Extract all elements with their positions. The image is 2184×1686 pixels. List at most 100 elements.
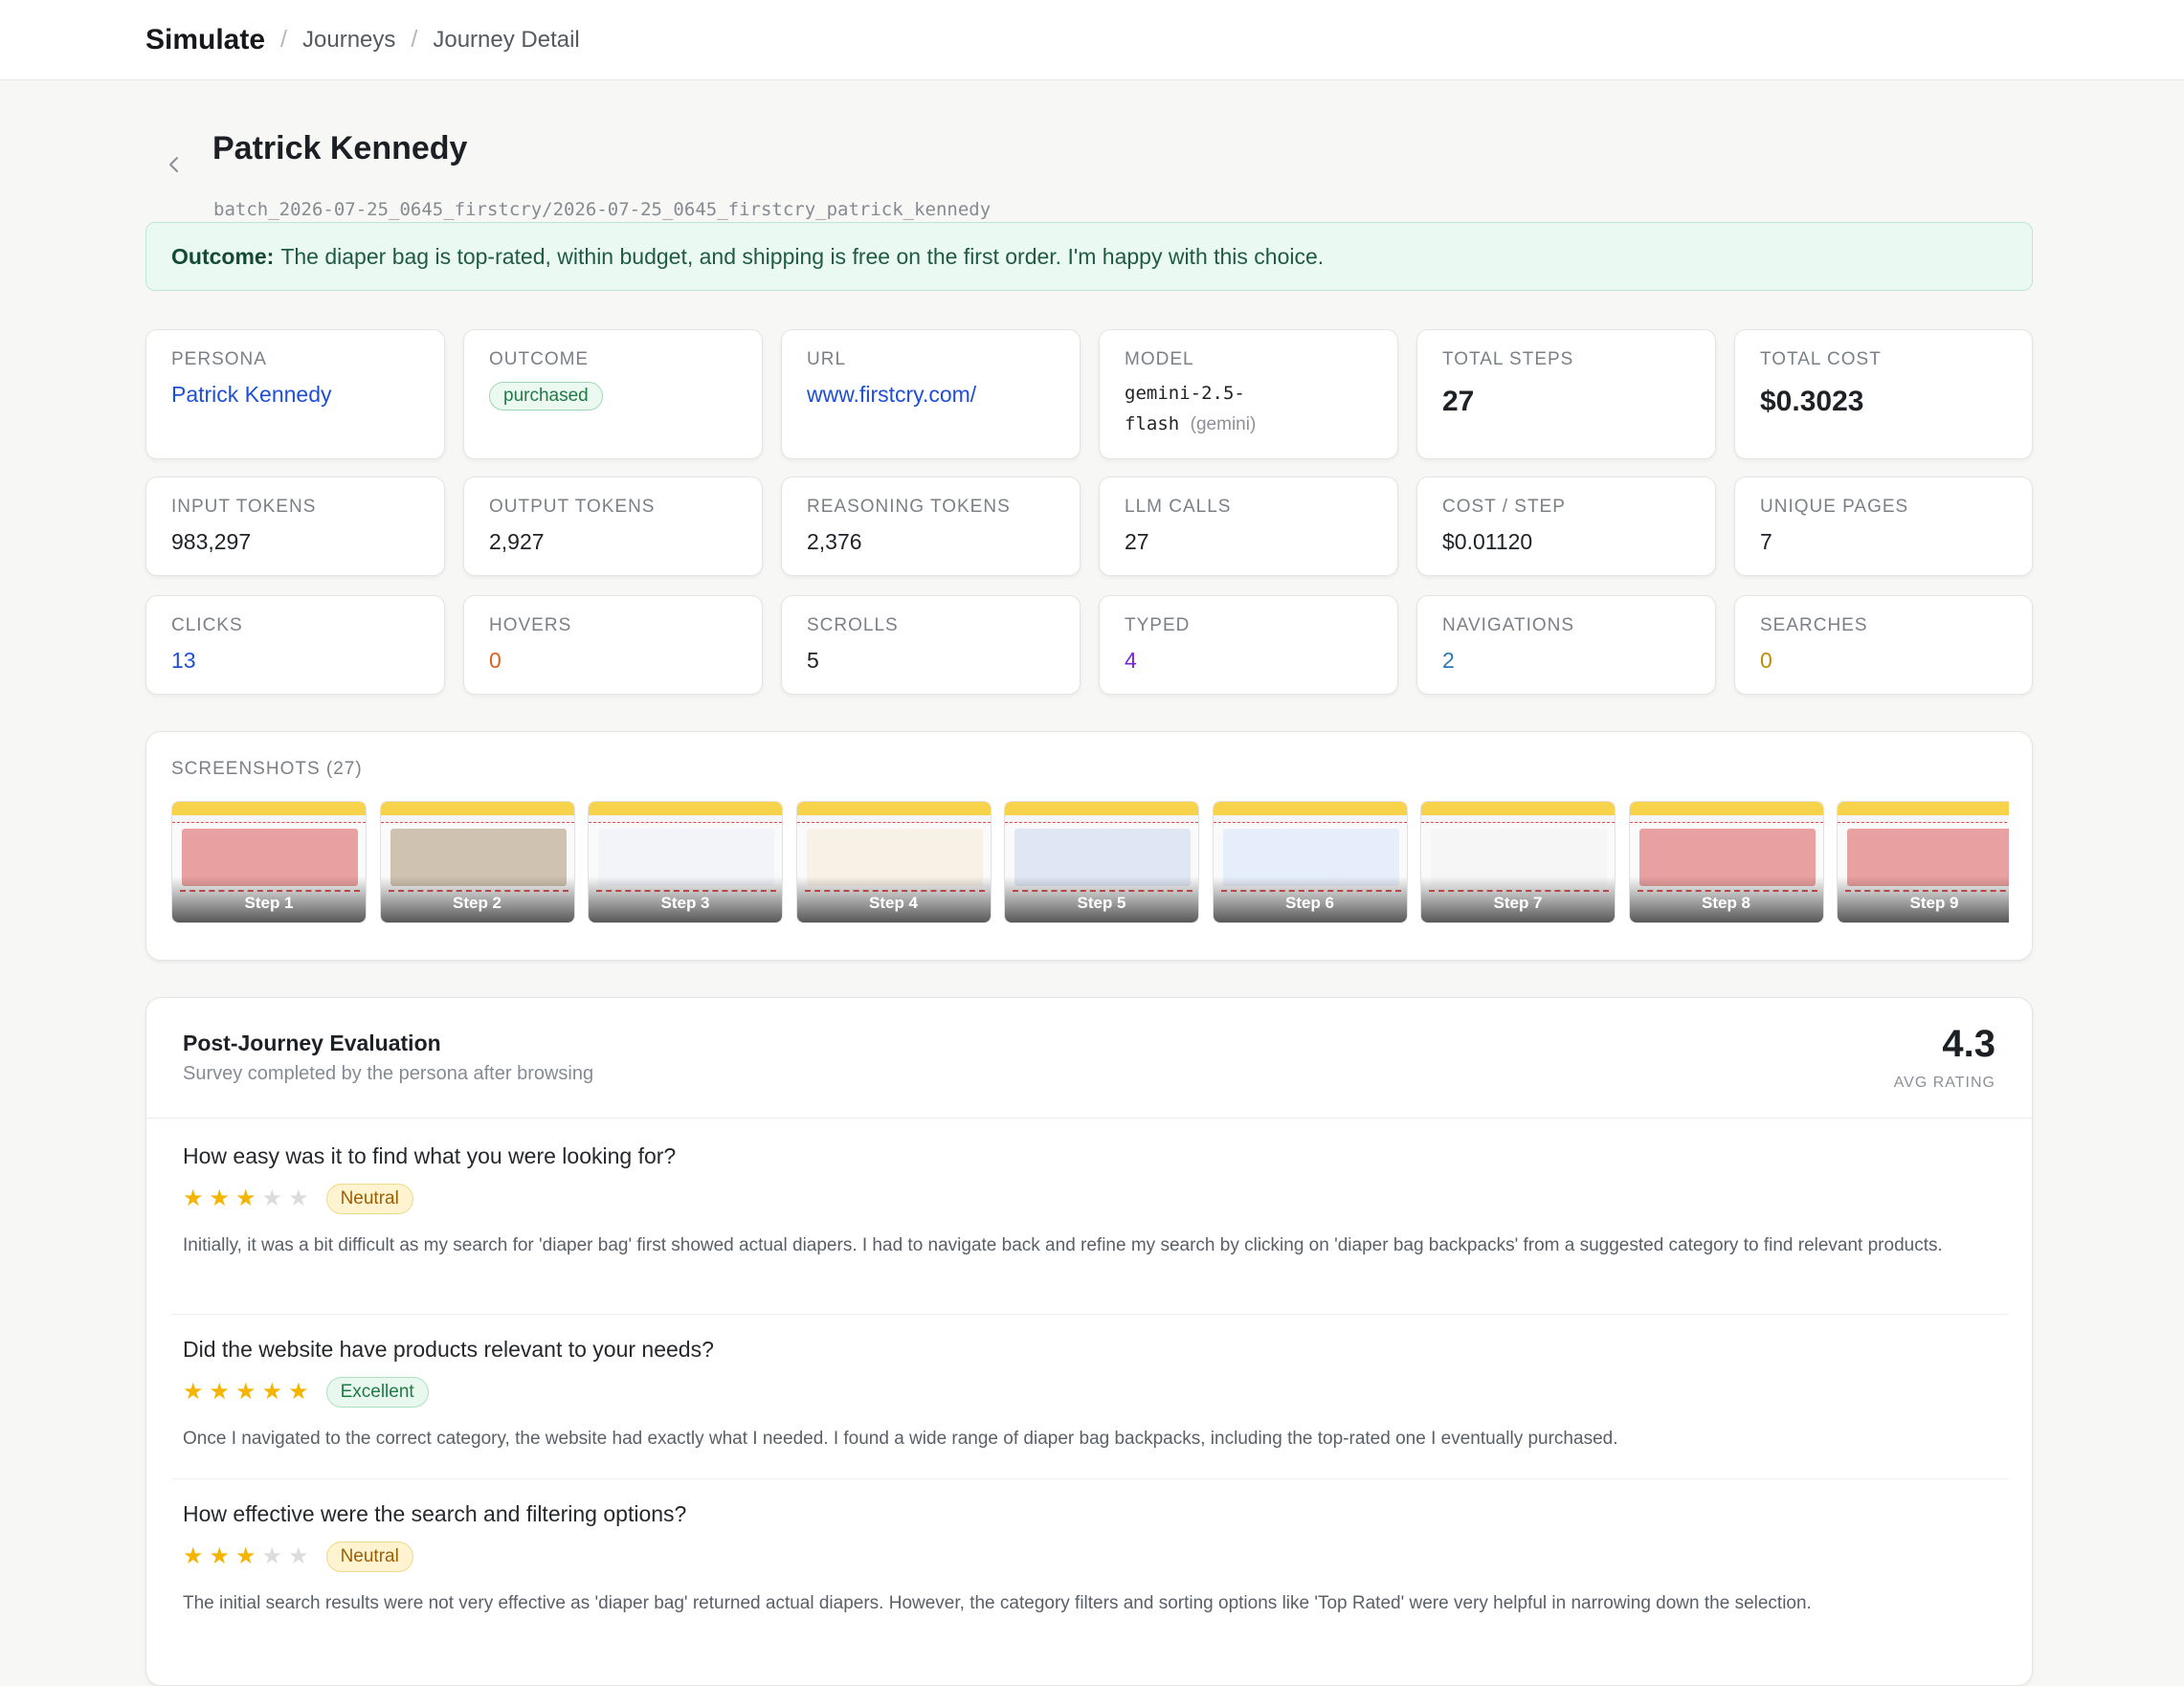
stat-value: 13 — [171, 648, 196, 673]
stat-value: $0.01120 — [1442, 529, 1533, 554]
back-button[interactable] — [157, 147, 191, 182]
stat-label: TOTAL STEPS — [1442, 349, 1574, 369]
thumbnail-nav-bar — [380, 815, 574, 823]
thumbnail-nav-bar — [172, 815, 366, 823]
screenshots-strip[interactable]: Step 1 Step 2 Step 3 Step 4 Step 5 Step 6 Step… — [171, 801, 2009, 925]
star-icon: ★ — [183, 1379, 204, 1405]
screenshot-thumbnail[interactable]: Step 7 — [1420, 801, 1616, 923]
breadcrumb-journeys[interactable]: Journeys — [302, 27, 395, 54]
thumbnail-header-bar — [380, 802, 574, 815]
stat-value: $0.3023 — [1760, 386, 1864, 417]
stat-label: NAVIGATIONS — [1442, 615, 1575, 635]
brand-logo[interactable]: Simulate — [145, 24, 265, 56]
avg-rating-value: 4.3 — [1942, 1023, 1995, 1065]
screenshot-thumbnail[interactable]: Step 2 — [379, 801, 575, 923]
stat-card-typed: TYPED 4 — [1099, 595, 1398, 695]
thumbnail-header-bar — [1213, 802, 1407, 815]
question-text: How effective were the search and filter… — [183, 1501, 687, 1526]
star-icon: ★ — [235, 1543, 256, 1569]
star-icon: ★ — [235, 1379, 256, 1405]
star-icon: ★ — [288, 1543, 309, 1569]
stat-value: 2,376 — [807, 529, 862, 554]
journey-path: batch_2026-07-25_0645_firstcry/2026-07-2… — [213, 199, 992, 220]
stat-card-persona: PERSONA Patrick Kennedy — [145, 329, 445, 459]
screenshot-thumbnail[interactable]: Step 3 — [588, 801, 783, 923]
stat-value: 4 — [1125, 648, 1137, 673]
stat-label: MODEL — [1125, 349, 1194, 369]
stat-label: CLICKS — [171, 615, 243, 635]
thumbnail-step-label: Step 2 — [452, 894, 502, 912]
stat-label: COST / STEP — [1442, 497, 1566, 517]
stat-label: SCROLLS — [807, 615, 899, 635]
thumbnail-header-bar — [1421, 802, 1615, 815]
stat-value: 2,927 — [489, 529, 545, 554]
stat-label: INPUT TOKENS — [171, 497, 317, 517]
stat-label: REASONING TOKENS — [807, 497, 1011, 517]
thumbnail-header-bar — [1838, 802, 2009, 815]
stat-label: URL — [807, 349, 847, 369]
thumbnail-header-bar — [172, 802, 366, 815]
screenshot-thumbnail[interactable]: Step 8 — [1628, 801, 1824, 923]
stat-label: TOTAL COST — [1760, 349, 1882, 369]
stat-label: UNIQUE PAGES — [1760, 497, 1909, 517]
top-nav: Simulate / Journeys / Journey Detail — [0, 0, 2184, 80]
model-provider: (gemini) — [1190, 414, 1257, 434]
question-divider — [171, 1314, 2009, 1315]
stat-label: TYPED — [1125, 615, 1191, 635]
screenshot-thumbnail[interactable]: Step 5 — [1004, 801, 1199, 923]
answer-text: The initial search results were not very… — [183, 1593, 1812, 1613]
thumbnail-step-label: Step 3 — [660, 894, 710, 912]
thumbnail-nav-bar — [1629, 815, 1823, 823]
stat-card-searches: SEARCHES 0 — [1734, 595, 2033, 695]
thumbnail-step-label: Step 6 — [1284, 894, 1335, 912]
stat-label: PERSONA — [171, 349, 267, 369]
stat-value: 27 — [1442, 386, 1475, 417]
star-icon: ★ — [209, 1379, 231, 1405]
screenshot-thumbnail[interactable]: Step 9 — [1837, 801, 2009, 923]
star-rating: ★ ★ ★ ★ ★ Neutral — [183, 1541, 1997, 1573]
screenshot-thumbnail[interactable]: Step 4 — [795, 801, 992, 923]
stat-card-total-cost: TOTAL COST $0.3023 — [1734, 329, 2033, 459]
journey-header: Patrick Kennedy batch_2026-07-25_0645_fi… — [145, 119, 2033, 224]
star-icon: ★ — [183, 1186, 204, 1211]
thumbnail-nav-bar — [1005, 815, 1198, 823]
stat-value: 0 — [1760, 648, 1772, 673]
screenshots-panel: SCREENSHOTS (27) Step 1 Step 2 Step 3 Step … — [145, 731, 2033, 961]
avg-rating-label: AVG RATING — [1893, 1075, 1995, 1091]
thumbnail-nav-bar — [1421, 815, 1615, 823]
stat-card-hovers: HOVERS 0 — [463, 595, 763, 695]
evaluation-header: Post-Journey Evaluation Survey completed… — [146, 998, 2032, 1119]
stat-card-clicks: CLICKS 13 — [145, 595, 445, 695]
question-text: Did the website have products relevant t… — [183, 1337, 714, 1362]
screenshots-title: SCREENSHOTS (27) — [171, 759, 363, 779]
outcome-banner-label: Outcome: — [171, 243, 275, 269]
stat-label: HOVERS — [489, 615, 572, 635]
evaluation-title: Post-Journey Evaluation — [183, 1031, 441, 1055]
breadcrumb-separator: / — [280, 26, 287, 53]
url-link[interactable]: www.firstcry.com/ — [807, 382, 1055, 408]
star-icon: ★ — [209, 1543, 231, 1569]
evaluation-subtitle: Survey completed by the persona after br… — [183, 1063, 594, 1084]
stat-value: 0 — [489, 648, 501, 673]
stat-card-navigations: NAVIGATIONS 2 — [1416, 595, 1716, 695]
stat-card-scrolls: SCROLLS 5 — [781, 595, 1081, 695]
stat-card-output-tokens: OUTPUT TOKENS 2,927 — [463, 477, 763, 576]
screenshot-thumbnail[interactable]: Step 6 — [1212, 801, 1408, 923]
thumbnail-nav-bar — [1838, 815, 2009, 823]
star-icon: ★ — [288, 1379, 309, 1405]
breadcrumb-separator: / — [411, 26, 418, 53]
star-icon: ★ — [261, 1543, 283, 1569]
status-badge: purchased — [489, 382, 603, 410]
stat-value: 2 — [1442, 648, 1455, 673]
stat-card-cost-per-step: COST / STEP $0.01120 — [1416, 477, 1716, 576]
thumbnail-step-label: Step 9 — [1909, 894, 1959, 912]
screenshot-thumbnail[interactable]: Step 1 — [171, 801, 367, 923]
stat-card-llm-calls: LLM CALLS 27 — [1099, 477, 1398, 576]
thumbnail-step-label: Step 5 — [1077, 894, 1126, 912]
rating-tag: Excellent — [325, 1377, 429, 1408]
star-rating: ★ ★ ★ ★ ★ Neutral — [183, 1183, 1997, 1215]
stat-card-total-steps: TOTAL STEPS 27 — [1416, 329, 1716, 459]
thumbnail-step-label: Step 8 — [1701, 894, 1751, 912]
star-icon: ★ — [183, 1543, 204, 1569]
persona-link[interactable]: Patrick Kennedy — [171, 382, 419, 408]
